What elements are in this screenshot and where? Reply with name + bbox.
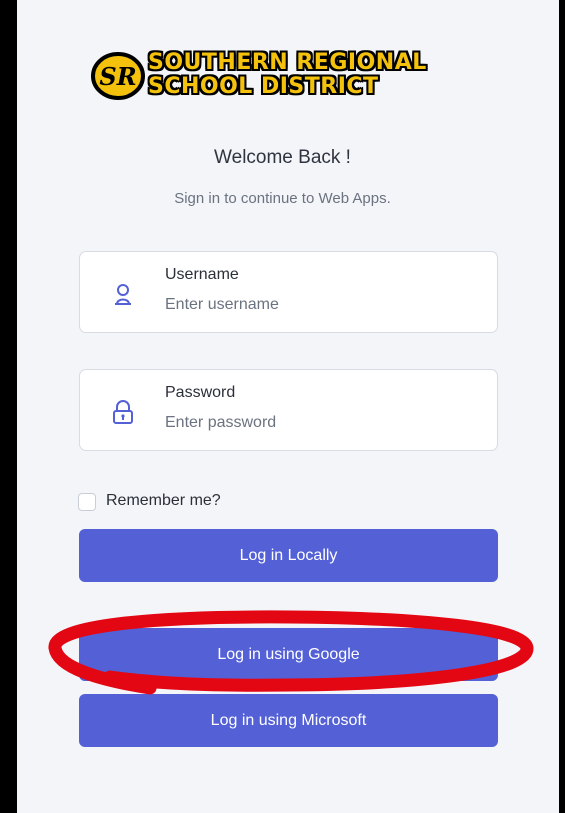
remember-me-checkbox[interactable] (78, 493, 96, 511)
login-microsoft-button[interactable]: Log in using Microsoft (79, 694, 498, 747)
username-field[interactable]: Username (79, 251, 498, 333)
page-subtitle: Sign in to continue to Web Apps. (174, 190, 391, 207)
password-label: Password (165, 384, 236, 401)
lock-icon (113, 400, 133, 424)
username-input[interactable] (165, 296, 465, 314)
login-google-button[interactable]: Log in using Google (79, 628, 498, 681)
logo-line-1: SOUTHERN REGIONAL (148, 50, 427, 75)
password-field[interactable]: Password (79, 369, 498, 451)
badge-text: SR (99, 62, 136, 91)
user-icon (115, 284, 131, 305)
district-logo: SR SOUTHERN REGIONAL SCHOOL DISTRICT (90, 47, 480, 103)
sr-badge-icon: SR (91, 52, 145, 100)
logo-text: SOUTHERN REGIONAL SCHOOL DISTRICT (148, 51, 427, 99)
page-title: Welcome Back ! (214, 147, 351, 168)
login-local-button[interactable]: Log in Locally (79, 529, 498, 582)
username-label: Username (165, 266, 239, 283)
logo-line-2: SCHOOL DISTRICT (148, 74, 379, 99)
password-input[interactable] (165, 414, 465, 432)
remember-me-label: Remember me? (106, 492, 221, 509)
